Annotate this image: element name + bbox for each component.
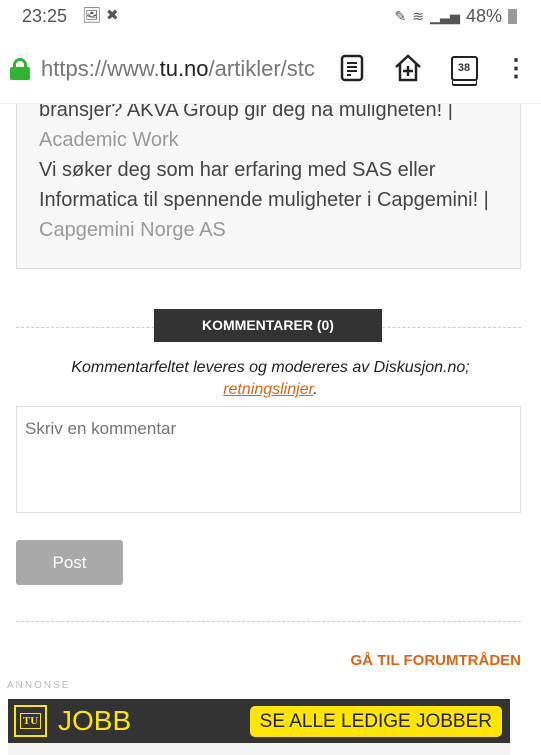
more-vertical-icon: ⋮	[504, 54, 528, 82]
battery-level: 48%	[465, 6, 502, 26]
home-add-icon	[395, 54, 421, 82]
guidelines-link[interactable]: retningslinjer	[223, 381, 313, 398]
comment-input[interactable]	[16, 406, 521, 513]
add-to-home-button[interactable]	[392, 52, 424, 84]
battery-icon	[508, 9, 517, 24]
pen-icon: ✎	[394, 8, 407, 24]
menu-button[interactable]: ⋮	[500, 52, 532, 84]
job-text: Vi søker deg som har erfaring med SAS el…	[39, 159, 489, 211]
note-text: Kommentarfeltet leveres og modereres av …	[71, 359, 470, 376]
tu-logo: TU	[14, 705, 47, 737]
brand-text: JOBB	[58, 705, 132, 736]
ad-footer	[8, 743, 510, 755]
ad-label: ANNONSE	[7, 680, 71, 691]
logo-text: TU	[19, 713, 42, 729]
job-item[interactable]: Vi søker deg som har erfaring med SAS el…	[39, 155, 498, 245]
url-field[interactable]: https://www.tu.no/artikler/stc	[41, 56, 323, 82]
app-notification-icon: ✖	[106, 7, 119, 24]
tab-count: 38	[457, 62, 471, 74]
lock-icon	[10, 58, 30, 80]
browser-toolbar: https://www.tu.no/artikler/stc 38 ⋮	[0, 32, 541, 104]
image-notification-icon: 🖼	[82, 7, 102, 24]
note-end: .	[313, 381, 318, 398]
job-source: Academic Work	[39, 129, 179, 151]
post-button[interactable]: Post	[16, 540, 123, 585]
job-listings: bransjer? AKVA Group gir deg nå mulighet…	[16, 94, 521, 269]
job-source: Capgemini Norge AS	[39, 219, 226, 241]
forum-link[interactable]: GÅ TIL FORUMTRÅDEN	[350, 652, 521, 669]
comments-note: Kommentarfeltet leveres og modereres av …	[0, 357, 541, 401]
url-path: /artikler/stc	[208, 56, 315, 81]
wifi-icon: ≋	[412, 8, 424, 24]
status-bar: 23:25 🖼 ✖ ✎ ≋ ▁▃▅ 48%	[0, 0, 541, 32]
divider	[16, 621, 521, 622]
see-all-jobs-button[interactable]: SE ALLE LEDIGE JOBBER	[249, 706, 502, 737]
url-domain: tu.no	[159, 56, 209, 81]
tabs-button[interactable]: 38	[448, 52, 480, 84]
job-banner-ad[interactable]: TU JOBB SE ALLE LEDIGE JOBBER	[8, 699, 510, 743]
url-prefix: https://www.	[41, 56, 160, 81]
document-icon	[340, 54, 364, 82]
job-item[interactable]: bransjer? AKVA Group gir deg nå mulighet…	[39, 95, 498, 155]
tabs-icon: 38	[450, 55, 478, 81]
comments-heading: KOMMENTARER (0)	[154, 309, 382, 342]
clock: 23:25	[22, 6, 68, 26]
reader-mode-button[interactable]	[336, 52, 368, 84]
signal-icon: ▁▃▅	[429, 8, 460, 24]
